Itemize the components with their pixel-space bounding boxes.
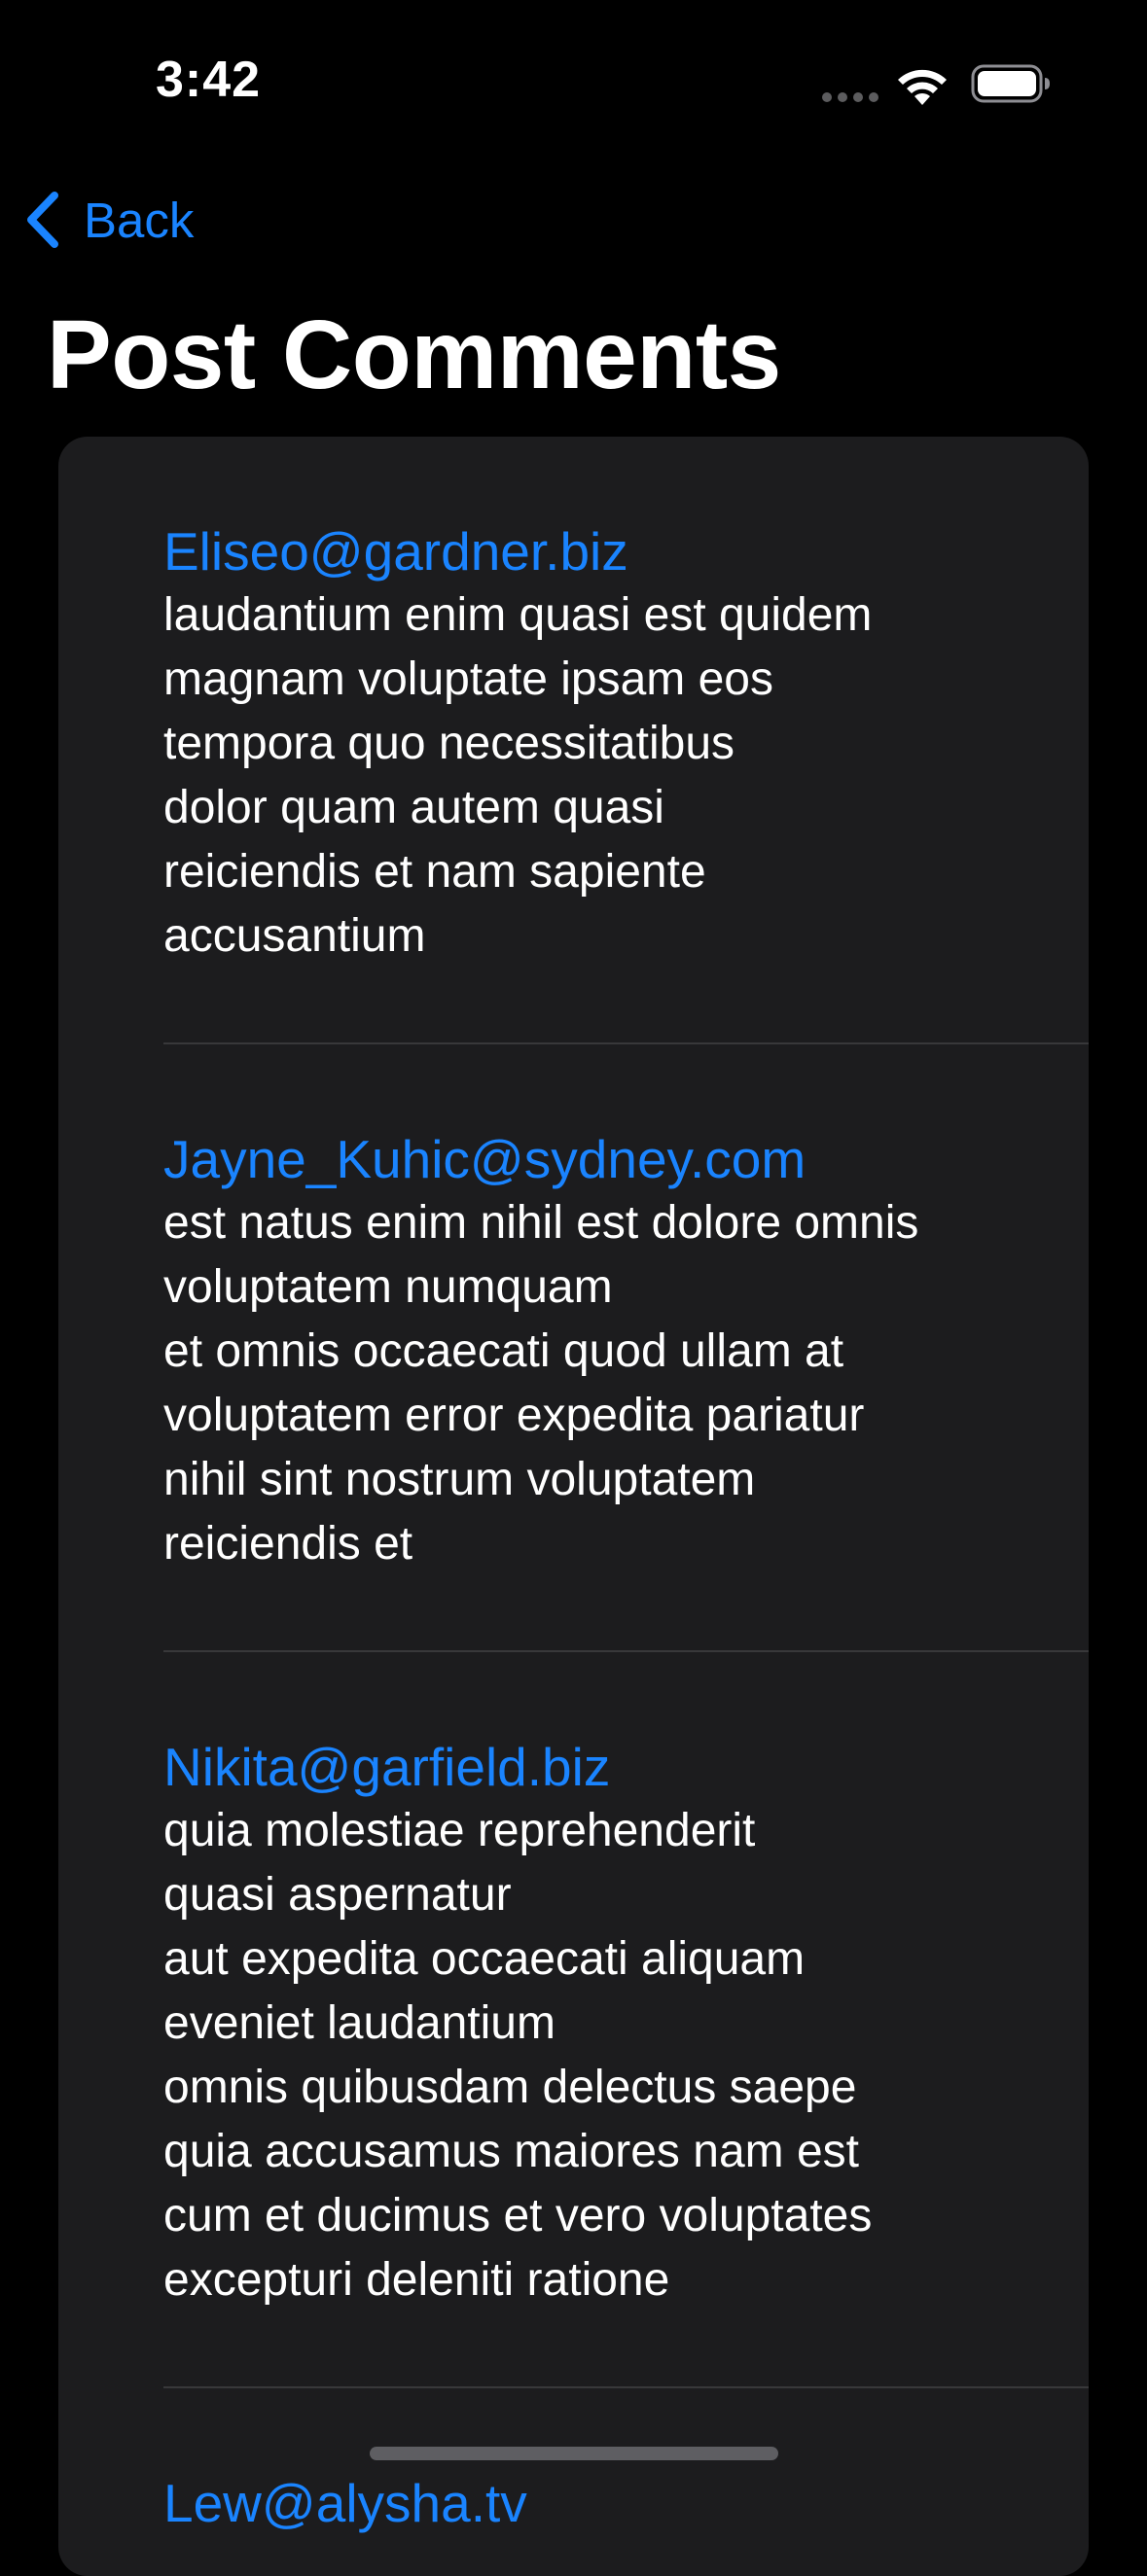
row-separator	[163, 2386, 1089, 2388]
comment-line: reiciendis et nam sapiente	[163, 846, 706, 898]
comment-line: aut expedita occaecati aliquam	[163, 1933, 806, 1985]
row-separator	[163, 1042, 1089, 1044]
comment-line: voluptatem error expedita pariatur	[163, 1390, 865, 1441]
comment-body: laudantium enim quasi est quidem magnam …	[163, 583, 1039, 969]
comment-line: nihil sint nostrum voluptatem	[163, 1454, 756, 1505]
comment-line: omnis quibusdam delectus saepe	[163, 2062, 857, 2113]
comment-line: magnam voluptate ipsam eos	[163, 653, 773, 705]
cellular-signal-icon	[822, 92, 880, 102]
status-bar: 3:42	[0, 0, 1147, 165]
comment-email: Jayne_Kuhic@sydney.com	[163, 1129, 806, 1189]
comment-line: dolor quam autem quasi	[163, 782, 664, 833]
comment-line: reiciendis et	[163, 1518, 413, 1570]
comment-email: Lew@alysha.tv	[163, 2473, 527, 2533]
comments-list[interactable]: Eliseo@gardner.biz laudantium enim quasi…	[58, 437, 1089, 2576]
comment-line: accusantium	[163, 910, 426, 962]
comment-line: quia molestiae reprehenderit	[163, 1805, 756, 1856]
page-title: Post Comments	[47, 300, 781, 409]
status-time: 3:42	[156, 52, 262, 108]
comment-body: est natus enim nihil est dolore omnis vo…	[163, 1191, 1039, 1576]
comment-email: Nikita@garfield.biz	[163, 1737, 611, 1797]
comment-line: eveniet laudantium	[163, 1997, 556, 2049]
chevron-left-icon	[27, 192, 58, 248]
comment-line: laudantium enim quasi est quidem	[163, 589, 873, 641]
comment-line: quasi aspernatur	[163, 1869, 512, 1921]
back-button[interactable]: Back	[21, 185, 194, 255]
back-label: Back	[84, 192, 195, 248]
comment-line: est natus enim nihil est dolore omnis	[163, 1197, 919, 1249]
comment-body: quia molestiae reprehenderit quasi asper…	[163, 1799, 1039, 2312]
wifi-icon	[898, 69, 947, 105]
comment-email: Eliseo@gardner.biz	[163, 521, 628, 582]
comment-line: cum et ducimus et vero voluptates	[163, 2190, 873, 2241]
battery-icon	[971, 64, 1050, 103]
home-indicator[interactable]	[370, 2447, 778, 2460]
comment-line: voluptatem numquam	[163, 1261, 613, 1313]
comment-line: excepturi deleniti ratione	[163, 2254, 670, 2306]
comment-line: et omnis occaecati quod ullam at	[163, 1325, 844, 1377]
comment-line: quia accusamus maiores nam est	[163, 2126, 859, 2177]
comment-line: tempora quo necessitatibus	[163, 718, 735, 769]
row-separator	[163, 1650, 1089, 1652]
